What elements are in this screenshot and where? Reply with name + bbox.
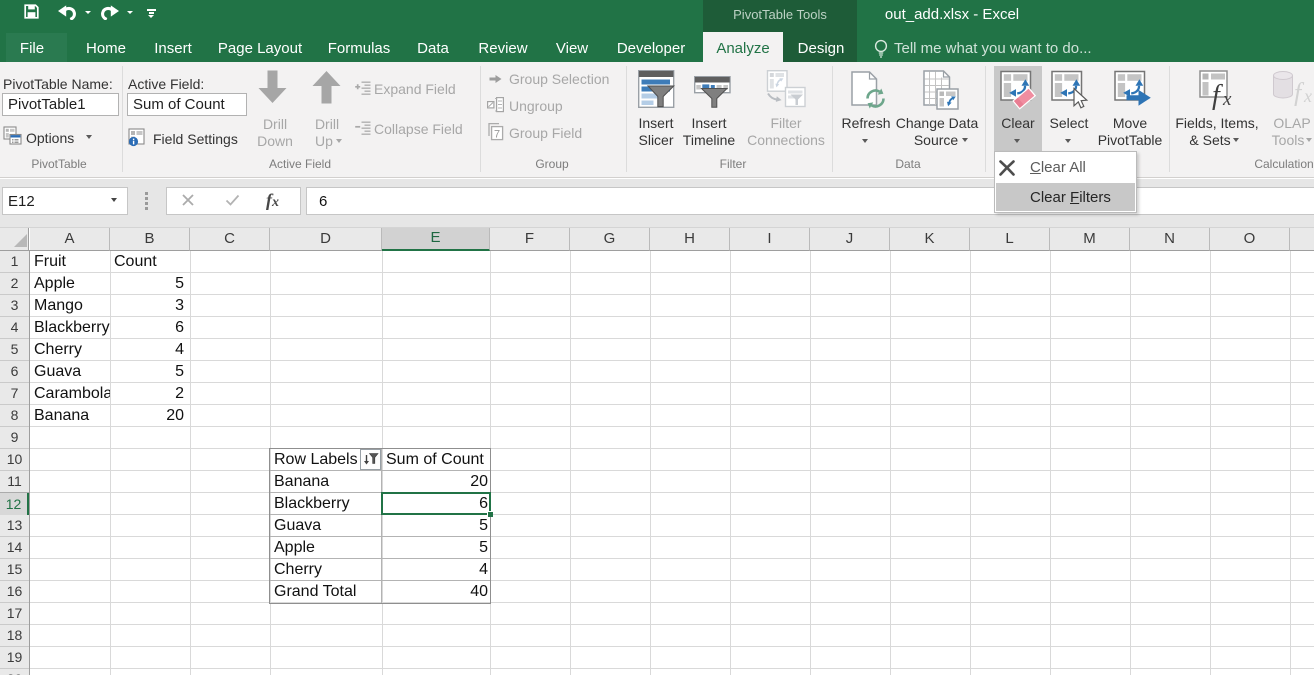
svg-text:x: x bbox=[1303, 86, 1312, 106]
svg-text:7: 7 bbox=[494, 129, 500, 141]
svg-text:x: x bbox=[1222, 89, 1232, 110]
